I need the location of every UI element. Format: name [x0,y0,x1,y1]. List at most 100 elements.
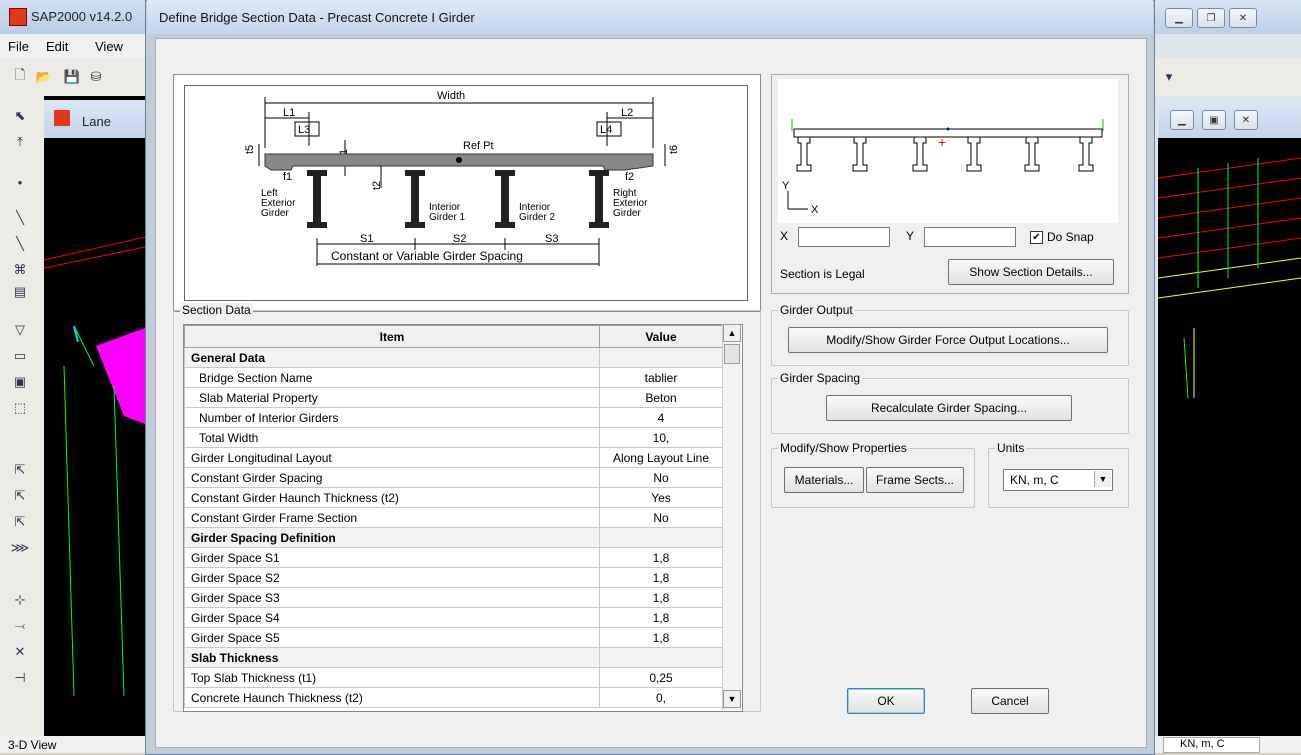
column-header-value[interactable]: Value [599,325,723,348]
x-coord-field[interactable] [798,227,890,247]
table-row[interactable]: Slab Thickness [184,647,723,668]
row-item-cell[interactable]: Number of Interior Girders [184,407,600,428]
table-row[interactable]: Girder Space S2 1,8 [184,567,723,588]
row-value-cell[interactable]: 10, [599,427,723,448]
table-row[interactable]: Girder Space S1 1,8 [184,547,723,568]
menu-file[interactable]: File [8,39,29,54]
row-item-cell[interactable]: Girder Space S1 [184,547,600,568]
table-row[interactable]: Number of Interior Girders 4 [184,407,723,428]
chevron-down-icon[interactable]: ▼ [1094,471,1111,487]
select-all-icon[interactable]: ⇱ [10,460,30,480]
menu-edit[interactable]: Edit [46,39,68,54]
row-value-cell[interactable]: No [599,507,723,528]
quick-area-icon[interactable]: ▣ [10,372,30,392]
table-row[interactable]: Girder Longitudinal Layout Along Layout L… [184,447,723,468]
table-row[interactable]: Constant Girder Haunch Thickness (t2) Yes [184,487,723,508]
draw-cable-icon[interactable]: ╲ [10,234,30,254]
table-row[interactable]: Bridge Section Name tablier [184,367,723,388]
table-row[interactable]: Concrete Haunch Thickness (t2) 0, [184,687,723,708]
table-row[interactable]: Slab Material Property Beton [184,387,723,408]
menu-view[interactable]: View [95,39,123,54]
section-preview[interactable]: + Y X [778,79,1118,223]
reshape-icon[interactable]: ⤒ [10,132,30,152]
draw-point-icon[interactable]: • [10,172,30,192]
column-header-item[interactable]: Item [184,325,600,348]
row-item-cell[interactable]: Girder Longitudinal Layout [184,447,600,468]
row-item-cell[interactable]: Girder Space S2 [184,567,600,588]
draw-section-cut-icon[interactable]: ▤ [10,282,30,302]
row-value-cell[interactable]: 0, [599,687,723,708]
table-row[interactable]: Constant Girder Spacing No [184,467,723,488]
row-item-cell[interactable]: Girder Space S3 [184,587,600,608]
draw-frame-icon[interactable]: ╲ [10,208,30,228]
minimize-icon[interactable]: ▁ [1170,110,1194,130]
row-value-cell[interactable]: 1,8 [599,567,723,588]
row-item-cell[interactable]: Constant Girder Frame Section [184,507,600,528]
girder-force-output-button[interactable]: Modify/Show Girder Force Output Location… [788,327,1108,353]
row-item-cell[interactable]: Constant Girder Spacing [184,467,600,488]
row-item-cell[interactable]: Slab Material Property [184,387,600,408]
row-item-cell[interactable]: Girder Space S4 [184,607,600,628]
row-item-cell[interactable]: General Data [184,347,600,368]
row-value-cell[interactable]: Along Layout Line [599,447,723,468]
row-value-cell[interactable]: 4 [599,407,723,428]
snap-points-icon[interactable]: ⊹ [10,590,30,610]
row-value-cell[interactable]: No [599,467,723,488]
row-item-cell[interactable]: Girder Space S5 [184,627,600,648]
table-row[interactable]: Girder Space S5 1,8 [184,627,723,648]
row-value-cell[interactable] [599,347,723,368]
minimize-icon[interactable]: ▁ [1165,8,1193,28]
row-item-cell[interactable]: Girder Spacing Definition [184,527,600,548]
units-select[interactable]: KN, m, C ▼ [1003,469,1113,491]
table-row[interactable]: Total Width 10, [184,427,723,448]
row-value-cell[interactable]: 1,8 [599,547,723,568]
row-value-cell[interactable]: 1,8 [599,607,723,628]
materials-button[interactable]: Materials... [784,467,864,493]
do-snap-checkbox[interactable]: ✔ [1030,231,1043,244]
frame-sects-button[interactable]: Frame Sects... [866,467,964,493]
row-item-cell[interactable]: Total Width [184,427,600,448]
row-value-cell[interactable]: 1,8 [599,587,723,608]
close-icon[interactable]: ✕ [1234,110,1258,130]
toolbar-dropdown-icon[interactable]: ▾ [1159,67,1179,87]
scroll-down-icon[interactable]: ▼ [723,690,741,708]
recalculate-spacing-button[interactable]: Recalculate Girder Spacing... [826,395,1072,421]
table-row[interactable]: General Data [184,347,723,368]
row-value-cell[interactable] [599,647,723,668]
row-value-cell[interactable]: 1,8 [599,627,723,648]
clear-select-icon[interactable]: ⇱ [10,512,30,532]
close-icon[interactable]: ✕ [1229,8,1257,28]
3d-view[interactable] [1158,138,1301,736]
y-coord-field[interactable] [924,227,1016,247]
row-item-cell[interactable]: Slab Thickness [184,647,600,668]
restore-icon[interactable]: ❐ [1197,8,1225,28]
draw-solid-icon[interactable]: ⬚ [10,398,30,418]
row-value-cell[interactable] [599,527,723,548]
snap-perpendicular-icon[interactable]: ⊣ [10,668,30,688]
scroll-up-icon[interactable]: ▲ [723,324,741,342]
row-value-cell[interactable]: Beton [599,387,723,408]
new-file-icon[interactable]: 🗋 [10,67,30,87]
row-item-cell[interactable]: Constant Girder Haunch Thickness (t2) [184,487,600,508]
save-icon[interactable]: 💾 [62,67,82,87]
status-units-combo[interactable]: KN, m, C [1163,737,1260,753]
table-row[interactable]: Girder Spacing Definition [184,527,723,548]
lane-view[interactable] [44,96,150,736]
row-value-cell[interactable]: tablier [599,367,723,388]
show-section-details-button[interactable]: Show Section Details... [948,259,1114,285]
snap-ends-icon[interactable]: ⤙ [10,616,30,636]
table-row[interactable]: Constant Girder Frame Section No [184,507,723,528]
scroll-thumb[interactable] [724,344,740,364]
table-row[interactable]: Girder Space S4 1,8 [184,607,723,628]
previous-select-icon[interactable]: ⇱ [10,486,30,506]
draw-poly-area-icon[interactable]: ▽ [10,320,30,340]
section-data-grid[interactable]: Item Value General Data Bridge Section Na… [183,324,743,712]
table-row[interactable]: Girder Space S3 1,8 [184,587,723,608]
row-item-cell[interactable]: Bridge Section Name [184,367,600,388]
row-item-cell[interactable]: Concrete Haunch Thickness (t2) [184,687,600,708]
snap-intersect-icon[interactable]: ✕ [10,642,30,662]
restore-icon[interactable]: ▣ [1202,110,1226,130]
table-row[interactable]: Top Slab Thickness (t1) 0,25 [184,667,723,688]
save-as-icon[interactable]: ⛁ [86,67,106,87]
intersect-select-icon[interactable]: ⋙ [10,538,30,558]
